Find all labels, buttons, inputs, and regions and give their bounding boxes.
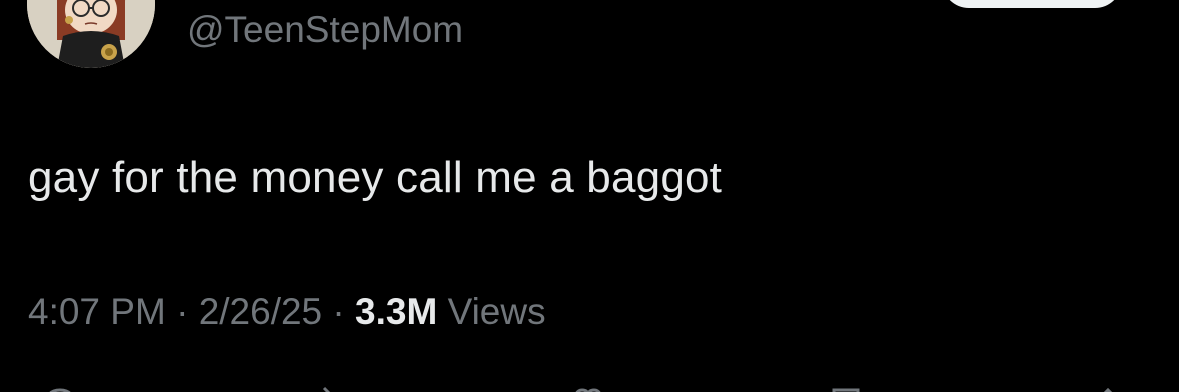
like-icon[interactable] bbox=[568, 382, 608, 392]
bookmark-icon[interactable] bbox=[826, 382, 866, 392]
follow-button[interactable] bbox=[942, 0, 1122, 8]
avatar-illustration-icon bbox=[27, 0, 155, 68]
tweet-text: gay for the money call me a baggot bbox=[28, 153, 723, 202]
share-icon[interactable] bbox=[1088, 382, 1128, 392]
views-label[interactable]: Views bbox=[448, 291, 546, 332]
tweet-time[interactable]: 4:07 PM bbox=[28, 291, 166, 332]
tweet-date[interactable]: 2/26/25 bbox=[199, 291, 322, 332]
tweet-meta: 4:07 PM · 2/26/25 · 3.3M Views bbox=[28, 288, 546, 336]
retweet-icon[interactable] bbox=[300, 382, 340, 392]
avatar[interactable] bbox=[27, 0, 155, 68]
views-count[interactable]: 3.3M bbox=[355, 291, 437, 332]
meta-separator: · bbox=[322, 291, 356, 332]
reply-icon[interactable] bbox=[40, 382, 80, 392]
action-bar bbox=[0, 376, 1179, 392]
user-handle[interactable]: @TeenStepMom bbox=[187, 6, 463, 54]
meta-separator: · bbox=[165, 291, 199, 332]
